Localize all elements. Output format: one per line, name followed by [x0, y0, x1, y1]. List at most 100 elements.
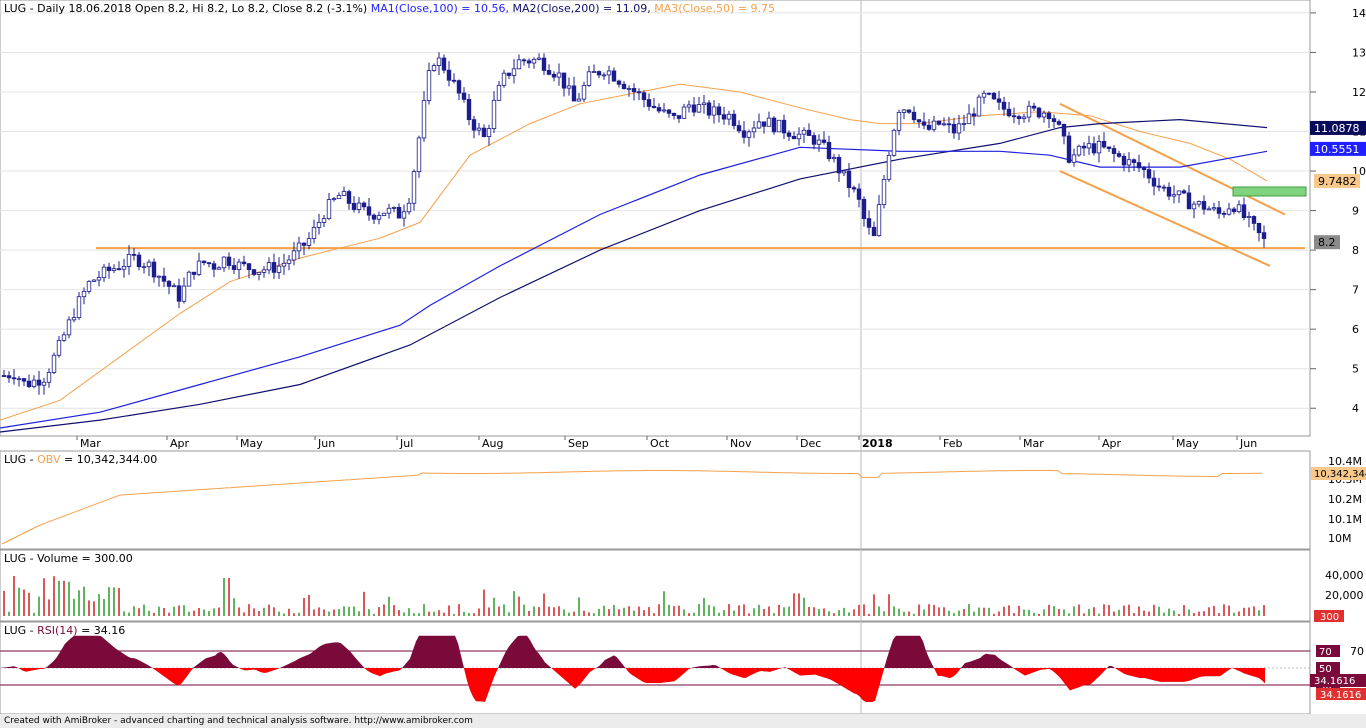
candle-body [786, 132, 792, 137]
candle-body [181, 285, 187, 302]
candle-body [91, 279, 97, 282]
candle-body [621, 83, 627, 90]
y-tick-label: 8 [1352, 244, 1359, 257]
candle-body [456, 80, 462, 94]
candle-body [421, 100, 427, 139]
candle-body [96, 277, 102, 281]
candle-body [136, 254, 142, 268]
y-tick-label: 13 [1352, 46, 1366, 59]
candle-body [151, 261, 157, 278]
candle-body [1, 375, 7, 377]
candle-body [1191, 203, 1197, 210]
candle-body [221, 256, 227, 269]
candle-body [16, 378, 22, 381]
candle-body [846, 170, 852, 188]
candle-body [566, 85, 572, 89]
candle-body [1221, 212, 1227, 215]
candle-body [106, 266, 112, 271]
volume-marker-text: 300 [1320, 612, 1339, 623]
candle-body [691, 104, 697, 113]
candle-body [51, 354, 57, 373]
candle-body [1196, 201, 1202, 205]
x-label: Feb [943, 437, 962, 450]
candle-body [901, 109, 907, 113]
value-marker-label: 10.5551 [1314, 143, 1360, 156]
candle-body [6, 375, 12, 379]
rsi-title: LUG - RSI(14) = 34.16 [4, 624, 125, 637]
y-tick-label: 4 [1352, 402, 1359, 415]
candle-body [426, 70, 432, 101]
candle-body [661, 109, 667, 112]
volume-tick-label: 40,000 [1325, 569, 1364, 582]
value-marker-label: 8.2 [1318, 236, 1336, 249]
candle-body [576, 98, 582, 102]
candle-body [1146, 169, 1152, 179]
x-label: Jun [317, 437, 335, 450]
candle-body [511, 68, 517, 76]
candle-body [711, 106, 717, 116]
candle-body [1086, 143, 1092, 149]
candle-body [101, 266, 107, 279]
candle-body [1011, 115, 1017, 118]
candle-body [631, 88, 637, 93]
candle-body [266, 262, 272, 271]
candle-body [11, 377, 17, 380]
candle-body [476, 127, 482, 131]
candle-body [121, 266, 127, 270]
candle-body [276, 265, 282, 273]
candle-body [876, 204, 882, 237]
candle-body [726, 113, 732, 120]
candle-body [636, 91, 642, 94]
candle-body [601, 74, 607, 77]
candle-body [431, 65, 437, 71]
candle-body [41, 381, 47, 386]
candle-body [36, 379, 42, 386]
x-label: Aug [482, 437, 503, 450]
candle-body [806, 129, 812, 136]
candle-body [291, 250, 297, 261]
candle-body [1081, 145, 1087, 149]
candle-body [966, 113, 972, 124]
candle-body [341, 191, 347, 196]
candle-body [986, 92, 992, 95]
candle-body [1126, 159, 1132, 166]
candle-body [651, 106, 657, 108]
candle-body [271, 262, 277, 273]
candle-body [831, 157, 837, 160]
candle-body [171, 285, 177, 288]
obv-marker-text: 10,342,344 [1314, 469, 1366, 480]
candle-body [741, 130, 747, 138]
candle-body [111, 268, 117, 271]
candle-body [66, 319, 72, 336]
candle-body [446, 69, 452, 81]
candle-body [301, 242, 307, 246]
candle-body [771, 117, 777, 133]
candle-body [1096, 140, 1102, 154]
x-label: Sep [568, 437, 589, 450]
y-axis-ticks: 4567891011121314 [1310, 7, 1366, 415]
candle-body [1031, 105, 1037, 109]
candle-body [776, 119, 782, 133]
ma1-legend: MA1(Close,100) = 10.56, [371, 2, 509, 15]
obv-tick-label: 10.4M [1328, 455, 1362, 468]
candle-body [281, 262, 287, 267]
candle-body [1251, 216, 1257, 224]
candle-body [956, 123, 962, 134]
candle-body [311, 226, 317, 239]
ma3-legend: MA3(Close,50) = 9.75 [654, 2, 775, 15]
candle-body [416, 137, 422, 173]
volume-panel [0, 549, 1311, 622]
candle-body [836, 157, 842, 174]
candle-body [561, 72, 567, 89]
candle-body [716, 106, 722, 116]
candle-body [1071, 154, 1077, 163]
candle-body [206, 262, 212, 265]
candle-body [211, 263, 217, 270]
candle-body [1101, 140, 1107, 148]
rsi-ticks: 3050707034.161634.1616 [1310, 645, 1366, 701]
candle-body [861, 198, 867, 220]
candle-body [611, 70, 617, 82]
candle-body [1176, 190, 1182, 196]
candle-body [286, 259, 292, 264]
x-label: Apr [170, 437, 190, 450]
